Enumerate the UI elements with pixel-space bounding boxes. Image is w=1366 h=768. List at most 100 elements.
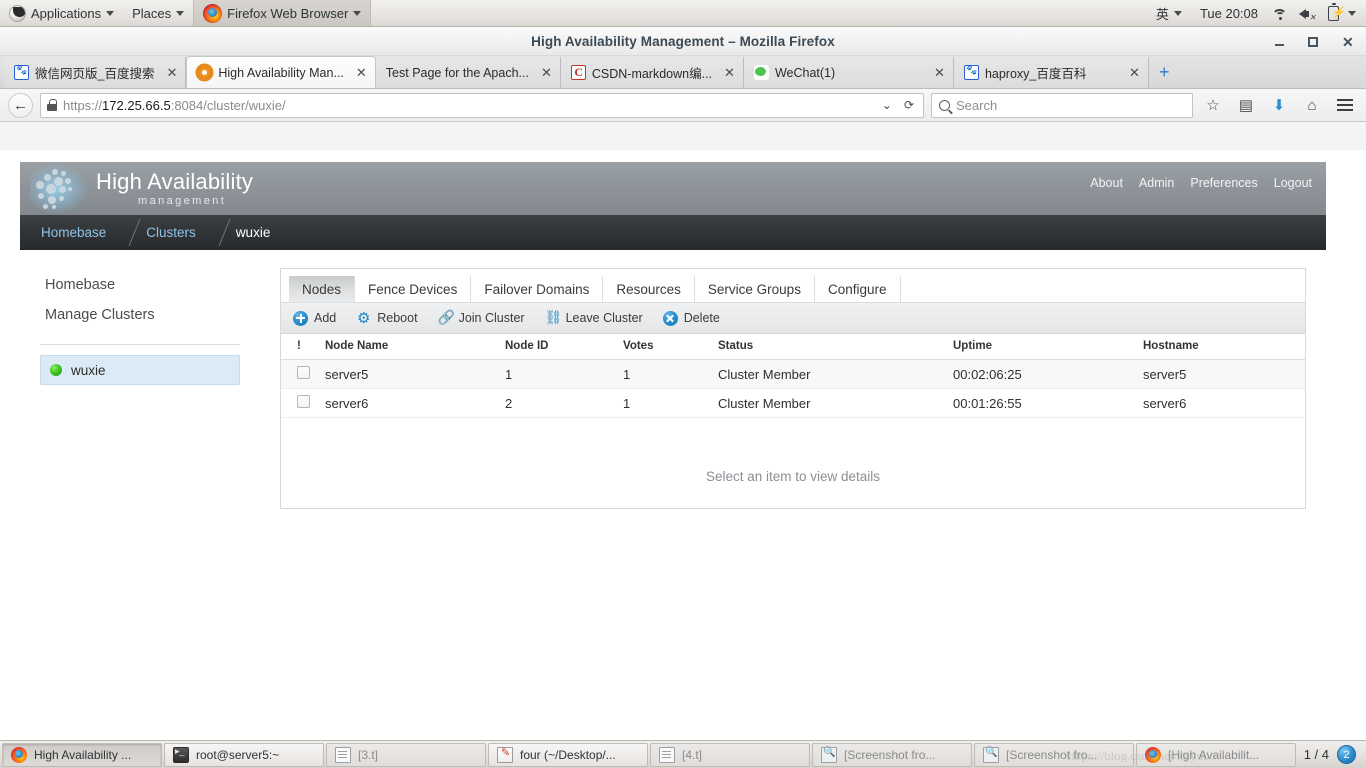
menu-icon[interactable] (1332, 92, 1358, 118)
maximize-icon[interactable] (1308, 36, 1318, 47)
tab-close-icon[interactable]: ✕ (1129, 66, 1140, 79)
search-placeholder: Search (956, 97, 998, 113)
taskbar-item-4[interactable]: [4.t] (650, 742, 810, 767)
system-menu-chevron-icon[interactable] (1348, 10, 1356, 16)
col-node-name[interactable]: Node Name (325, 334, 505, 360)
nodes-panel: Nodes Fence Devices Failover Domains Res… (280, 268, 1306, 509)
places-menu[interactable]: Places (123, 0, 193, 26)
workspace-number: 2 (1337, 745, 1356, 764)
taskbar-item-label: [Screenshot fro... (844, 747, 936, 762)
col-uptime[interactable]: Uptime (953, 334, 1143, 360)
tab-failover-domains[interactable]: Failover Domains (471, 276, 604, 302)
tab-close-icon[interactable]: ✕ (724, 66, 735, 79)
terminal-icon (173, 746, 189, 763)
tab-resources[interactable]: Resources (603, 276, 695, 302)
input-method-label: 英 (1155, 6, 1169, 22)
workspace-label: 1 / 4 (1303, 747, 1329, 762)
reload-icon[interactable]: ⟳ (901, 98, 917, 112)
tab-nodes[interactable]: Nodes (289, 276, 356, 302)
applications-menu[interactable]: Applications (0, 0, 123, 26)
taskbar-item-6[interactable]: [Screenshot fro... (974, 742, 1134, 767)
taskbar-item-7[interactable]: [High Availabilit... (1136, 742, 1296, 767)
cell-node-id: 1 (505, 359, 623, 389)
tab-close-icon[interactable]: ✕ (934, 66, 945, 79)
browser-tab-2[interactable]: Test Page for the Apach... ✕ (375, 57, 561, 88)
tab-configure[interactable]: Configure (815, 276, 901, 302)
url-bar[interactable]: https://172.25.66.5:8084/cluster/wuxie/ … (40, 92, 924, 118)
leave-cluster-button[interactable]: ⛓ Leave Cluster (545, 310, 643, 326)
nav-logout[interactable]: Logout (1274, 176, 1312, 190)
close-icon[interactable]: ✕ (1342, 35, 1356, 49)
wifi-icon[interactable] (1272, 5, 1289, 22)
workspace-switcher[interactable]: 1 / 4 2 (1304, 745, 1364, 764)
table-row[interactable]: server6 2 1 Cluster Member 00:01:26:55 s… (281, 388, 1305, 418)
window-title: High Availability Management – Mozilla F… (531, 33, 835, 49)
browser-tab-3[interactable]: CSDN-markdown编... ✕ (560, 57, 744, 88)
nodes-table-head: ! Node Name Node ID Votes Status Uptime … (281, 334, 1305, 360)
chevron-down-icon[interactable]: ⌄ (879, 98, 895, 112)
taskbar-item-3[interactable]: four (~/Desktop/... (488, 742, 648, 767)
table-row[interactable]: server5 1 1 Cluster Member 00:02:06:25 s… (281, 359, 1305, 389)
chevron-down-icon (1173, 10, 1182, 16)
search-bar[interactable]: Search (931, 92, 1193, 118)
back-button[interactable]: ← (8, 92, 33, 118)
tab-close-icon[interactable]: ✕ (166, 66, 177, 79)
col-status[interactable]: Status (718, 334, 953, 360)
firefox-window: High Availability Management – Mozilla F… (0, 27, 1366, 740)
col-hostname[interactable]: Hostname (1143, 334, 1305, 360)
applications-menu-label: Applications (31, 5, 102, 21)
battery-charging-icon[interactable]: ⚡ (1326, 3, 1345, 22)
tab-close-icon[interactable]: ✕ (356, 66, 367, 79)
row-checkbox[interactable] (297, 395, 310, 408)
bookmark-star-icon[interactable]: ☆ (1200, 92, 1226, 118)
browser-tab-label: High Availability Man... (218, 65, 344, 80)
breadcrumb-separator-icon (113, 215, 139, 250)
nav-preferences[interactable]: Preferences (1190, 176, 1257, 190)
add-button[interactable]: Add (293, 310, 336, 326)
reboot-button[interactable]: ⚙ Reboot (356, 311, 418, 326)
library-icon[interactable]: ▤ (1233, 92, 1259, 118)
nodes-table-body: server5 1 1 Cluster Member 00:02:06:25 s… (281, 359, 1305, 418)
taskbar-item-1[interactable]: root@server5:~ (164, 742, 324, 767)
new-tab-button[interactable]: + (1149, 63, 1180, 81)
breadcrumb-current: wuxie (235, 225, 271, 240)
active-window-menu[interactable]: Firefox Web Browser (193, 0, 372, 26)
tab-close-icon[interactable]: ✕ (541, 66, 552, 79)
row-checkbox[interactable] (297, 366, 310, 379)
home-icon[interactable]: ⌂ (1299, 92, 1325, 118)
sidebar-cluster-wuxie[interactable]: wuxie (40, 355, 240, 385)
browser-tab-label: 微信网页版_百度搜索 (35, 67, 155, 81)
nav-admin[interactable]: Admin (1139, 176, 1174, 190)
firefox-icon (1145, 746, 1161, 763)
breadcrumb-homebase[interactable]: Homebase (34, 225, 113, 240)
downloads-icon[interactable]: ⬇ (1266, 92, 1292, 118)
tab-fence-devices[interactable]: Fence Devices (355, 276, 472, 302)
document-icon (659, 746, 675, 763)
taskbar-item-2[interactable]: [3.t] (326, 742, 486, 767)
breadcrumb-clusters[interactable]: Clusters (139, 225, 203, 240)
sidebar-item-homebase[interactable]: Homebase (20, 270, 260, 300)
volume-muted-icon[interactable]: ✕ (1299, 5, 1316, 22)
nav-about[interactable]: About (1090, 176, 1123, 190)
leave-cluster-button-label: Leave Cluster (565, 311, 643, 325)
browser-tab-label: Test Page for the Apach... (385, 65, 529, 80)
sidebar-item-manage-clusters[interactable]: Manage Clusters (20, 300, 260, 330)
browser-tab-0[interactable]: 微信网页版_百度搜索 ✕ (4, 57, 187, 88)
desktop-taskbar: High Availability ... root@server5:~ [3.… (0, 740, 1366, 768)
input-method-indicator[interactable]: 英 (1147, 0, 1191, 26)
tab-service-groups[interactable]: Service Groups (695, 276, 815, 302)
app-brand-title: High Availability (96, 168, 254, 194)
clock[interactable]: Tue 20:08 (1191, 0, 1267, 26)
chevron-down-icon (106, 10, 115, 16)
col-votes[interactable]: Votes (623, 334, 718, 360)
join-cluster-button[interactable]: 🔗 Join Cluster (438, 310, 525, 326)
browser-tab-label: CSDN-markdown编... (591, 67, 713, 81)
taskbar-item-5[interactable]: [Screenshot fro... (812, 742, 972, 767)
browser-tab-1[interactable]: High Availability Man... ✕ (186, 56, 376, 88)
browser-tab-4[interactable]: WeChat(1) ✕ (743, 57, 954, 88)
taskbar-item-0[interactable]: High Availability ... (2, 742, 162, 767)
col-node-id[interactable]: Node ID (505, 334, 623, 360)
delete-button[interactable]: Delete (662, 310, 720, 326)
browser-tab-5[interactable]: haproxy_百度百科 ✕ (953, 57, 1149, 88)
minimize-icon[interactable] (1275, 38, 1284, 46)
